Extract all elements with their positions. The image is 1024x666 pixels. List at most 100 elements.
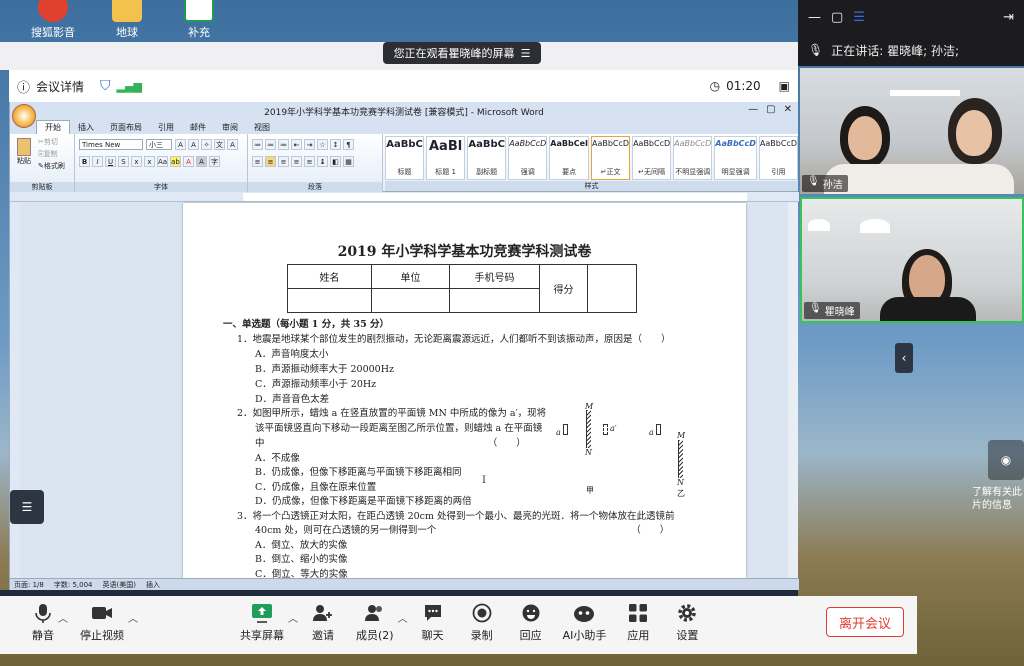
status-mode[interactable]: 插入 (146, 580, 160, 590)
layout-icon[interactable]: ▣ (779, 79, 790, 93)
chevron-up-icon[interactable]: ︿ (128, 610, 138, 625)
style-title[interactable]: AaBbC 标题 (385, 136, 425, 180)
tab-mailings[interactable]: 邮件 (182, 121, 214, 134)
subscript-icon[interactable]: x (131, 156, 142, 167)
shrink-font-icon[interactable]: A (188, 139, 199, 150)
align-left-icon[interactable]: ≡ (252, 156, 263, 167)
bullets-icon[interactable]: ≔ (252, 139, 263, 150)
office-button[interactable] (12, 104, 36, 128)
tab-view[interactable]: 视图 (246, 121, 278, 134)
cut-button[interactable]: ✂剪切 (38, 137, 58, 147)
borders-icon[interactable]: ▦ (343, 156, 354, 167)
tab-review[interactable]: 审阅 (214, 121, 246, 134)
phonetic-icon[interactable]: 文 (214, 139, 225, 150)
pilcrow-icon[interactable]: ¶ (343, 139, 354, 150)
shading-icon[interactable]: ◧ (330, 156, 341, 167)
tab-home[interactable]: 开始 (36, 120, 70, 134)
desktop-icon-sohu[interactable]: 搜狐影音 (18, 0, 88, 40)
font-color-icon[interactable]: A (183, 156, 194, 167)
meeting-details-link[interactable]: 会议详情 (36, 78, 84, 95)
numbering-icon[interactable]: ≔ (265, 139, 276, 150)
close-icon[interactable]: ✕ (784, 104, 792, 115)
shield-icon[interactable]: ⛉ (100, 78, 111, 94)
format-painter-button[interactable]: ✎格式刷 (38, 161, 65, 171)
align-center-icon[interactable]: ≡ (265, 156, 276, 167)
font-size-box[interactable]: 小三 (146, 139, 172, 150)
phone-cell[interactable] (449, 288, 540, 313)
increase-indent-icon[interactable]: ⇥ (304, 139, 315, 150)
leave-meeting-button[interactable]: 离开会议 (826, 607, 904, 637)
align-right-icon[interactable]: ≡ (278, 156, 289, 167)
info-icon[interactable]: ⓘ (17, 77, 30, 96)
style-quote[interactable]: AaBbCcD 引用 (758, 136, 799, 180)
tab-layout[interactable]: 页面布局 (102, 121, 150, 134)
share-screen-button[interactable]: 共享屏幕 ︿ (240, 602, 298, 643)
strike-icon[interactable]: S (118, 156, 129, 167)
reaction-button[interactable]: 回应 (520, 602, 542, 643)
multilevel-icon[interactable]: ≔ (278, 139, 289, 150)
record-button[interactable]: 录制 (471, 602, 493, 643)
video-tile-sunjie[interactable]: 🎙︎ 孙洁 (800, 68, 1024, 194)
stop-video-button[interactable]: 停止视频 ︿ (80, 602, 138, 643)
tab-insert[interactable]: 插入 (70, 121, 102, 134)
style-subtitle[interactable]: AaBbC 副标题 (467, 136, 507, 180)
name-cell[interactable] (287, 288, 372, 313)
camera-info-button[interactable]: ◉ (988, 440, 1024, 480)
vertical-scrollbar[interactable] (788, 202, 798, 578)
minimize-icon[interactable]: — (748, 104, 758, 115)
enclose-icon[interactable]: 字 (209, 156, 220, 167)
distribute-icon[interactable]: ≡ (304, 156, 315, 167)
video-tile-quxiaofeng[interactable]: 🎙︎ 瞿晓峰 (800, 197, 1024, 323)
window-icon[interactable]: ▢ (831, 10, 843, 25)
desktop-icon-supplement[interactable]: 补充 (164, 0, 234, 40)
tab-references[interactable]: 引用 (150, 121, 182, 134)
change-case-icon[interactable]: Aa (157, 156, 168, 167)
style-strong[interactable]: AaBbCeI 要点 (549, 136, 589, 180)
char-shade-icon[interactable]: A (196, 156, 207, 167)
italic-icon[interactable]: I (92, 156, 103, 167)
unit-cell[interactable] (371, 288, 450, 313)
highlight-icon[interactable]: ab (170, 156, 181, 167)
copy-button[interactable]: ⎘复制 (38, 149, 58, 159)
settings-button[interactable]: 设置 (676, 602, 698, 643)
style-heading1[interactable]: AaBl 标题 1 (426, 136, 466, 180)
justify-icon[interactable]: ≡ (291, 156, 302, 167)
wallpaper-info-text[interactable]: 了解有关此 片的信息 (972, 486, 1024, 512)
underline-icon[interactable]: U (105, 156, 116, 167)
bold-icon[interactable]: B (79, 156, 90, 167)
chevron-up-icon[interactable]: ︿ (398, 610, 408, 625)
status-page[interactable]: 页面: 1/8 (14, 580, 44, 590)
chevron-up-icon[interactable]: ︿ (288, 610, 298, 625)
font-name-box[interactable]: Times New Roma (79, 139, 143, 150)
style-no-spacing[interactable]: AaBbCcD ↵无间隔 (632, 136, 672, 180)
maximize-icon[interactable]: ▢ (766, 104, 775, 115)
chat-button[interactable]: 聊天 (422, 602, 444, 643)
minimize-icon[interactable]: — (808, 10, 821, 25)
decrease-indent-icon[interactable]: ⇤ (291, 139, 302, 150)
score-cell[interactable] (587, 264, 637, 313)
desktop-icon-earth[interactable]: 地球 (92, 0, 162, 40)
apps-button[interactable]: 应用 (627, 602, 649, 643)
document-page[interactable]: 2019 年小学科学基本功竞赛学科测试卷 姓名 单位 手机号码 得分 一、单选题… (183, 203, 746, 578)
horizontal-ruler[interactable] (10, 192, 799, 202)
collapse-panel-button[interactable]: ‹ (895, 343, 913, 373)
clear-format-icon[interactable]: ✧ (201, 139, 212, 150)
sort-icon[interactable]: ↕ (330, 139, 341, 150)
list-icon[interactable]: ☰ (521, 47, 531, 60)
paste-button[interactable]: 粘贴 (14, 138, 34, 166)
status-language[interactable]: 英语(美国) (102, 580, 135, 590)
status-words[interactable]: 字数: 5,004 (54, 580, 93, 590)
chevron-up-icon[interactable]: ︿ (58, 610, 68, 625)
chinese-layout-icon[interactable]: ☆ (317, 139, 328, 150)
mute-button[interactable]: 静音 ︿ (32, 602, 68, 643)
style-intense-emphasis[interactable]: AaBbCcD 明显强调 (714, 136, 757, 180)
share-banner[interactable]: 您正在观看瞿晓峰的屏幕 ☰ (383, 42, 541, 64)
members-button[interactable]: 成员(2) ︿ (356, 602, 408, 643)
style-normal[interactable]: AaBbCcD ↵正文 (590, 136, 631, 180)
ai-assistant-button[interactable]: AI小助手 (563, 602, 606, 643)
char-border-icon[interactable]: A (227, 139, 238, 150)
grow-font-icon[interactable]: A (175, 139, 186, 150)
invite-button[interactable]: 邀请 (312, 602, 334, 643)
exit-panel-icon[interactable]: ⇥ (1003, 10, 1014, 25)
signal-icon[interactable]: ▂▄▆ (117, 80, 142, 93)
